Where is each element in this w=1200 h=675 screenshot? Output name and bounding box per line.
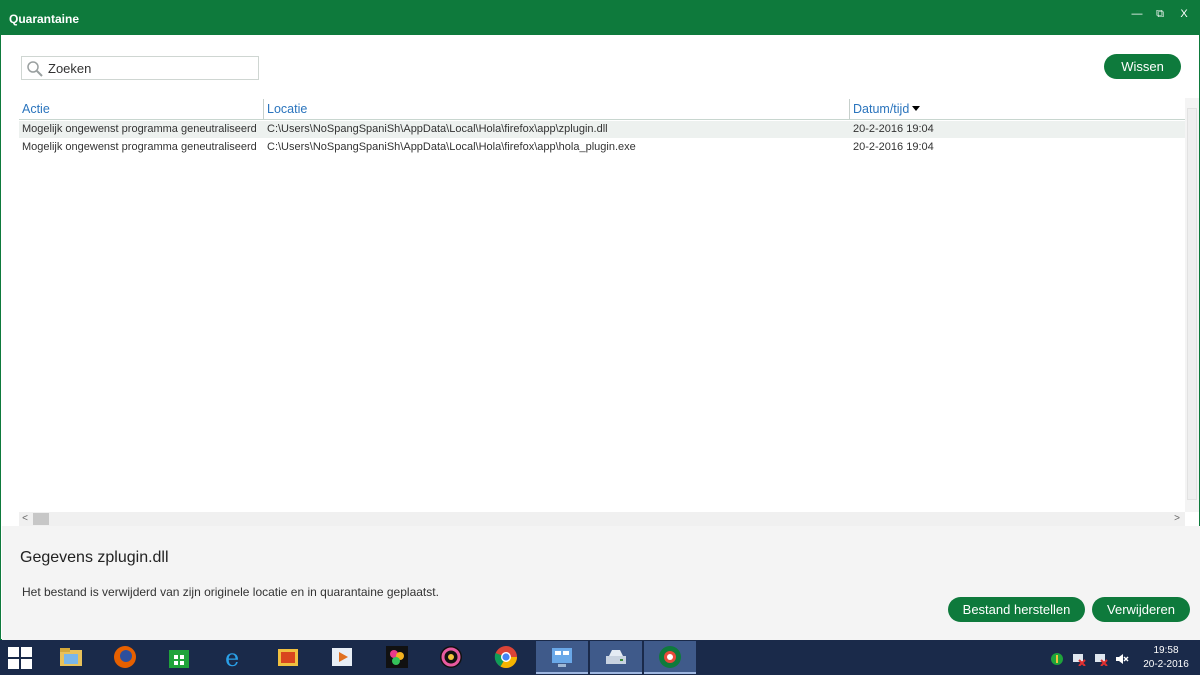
- cell-actie: Mogelijk ongewenst programma geneutralis…: [22, 141, 257, 153]
- taskbar-control-panel[interactable]: [536, 641, 588, 674]
- clock-date: 20-2-2016: [1143, 659, 1189, 670]
- security-status-icon[interactable]: [1050, 652, 1064, 666]
- search-icon: [27, 61, 43, 77]
- taskbar-drive[interactable]: [590, 641, 642, 674]
- scroll-right-icon[interactable]: >: [1171, 512, 1183, 526]
- cell-locatie: C:\Users\NoSpangSpaniSh\AppData\Local\Ho…: [267, 123, 608, 135]
- taskbar-photo-app[interactable]: [371, 641, 423, 674]
- volume-muted-icon[interactable]: [1115, 652, 1129, 666]
- cell-datum: 20-2-2016 19:04: [853, 141, 934, 153]
- taskbar-firefox[interactable]: [99, 641, 151, 674]
- horizontal-scrollbar[interactable]: < >: [19, 512, 1185, 526]
- drive-icon: [606, 650, 626, 664]
- app-icon: [278, 649, 298, 666]
- svg-text:e: e: [225, 644, 239, 670]
- internet-explorer-icon: e: [225, 644, 239, 670]
- color-app-icon: [440, 646, 462, 668]
- clear-button[interactable]: Wissen: [1104, 54, 1181, 79]
- scroll-left-icon[interactable]: <: [19, 512, 31, 526]
- vertical-scrollbar[interactable]: [1185, 98, 1199, 512]
- column-divider[interactable]: [263, 99, 264, 119]
- delete-button[interactable]: Verwijderen: [1092, 597, 1190, 622]
- store-icon: [169, 650, 189, 668]
- close-button[interactable]: X: [1173, 5, 1195, 23]
- search-input[interactable]: [48, 59, 253, 78]
- column-header-datum-label: Datum/tijd: [853, 102, 910, 116]
- taskbar-store[interactable]: [153, 641, 205, 674]
- sort-descending-icon: [912, 106, 921, 111]
- clock-time: 19:58: [1153, 645, 1179, 656]
- taskbar-antivirus[interactable]: [644, 641, 696, 674]
- taskbar-chrome[interactable]: [480, 641, 532, 674]
- table-row[interactable]: Mogelijk ongewenst programma geneutralis…: [19, 139, 1185, 156]
- restore-button[interactable]: ⧉: [1149, 5, 1171, 23]
- window-title: Quarantaine: [9, 12, 80, 26]
- horizontal-scrollbar-thumb[interactable]: [33, 513, 49, 525]
- taskbar-color-app[interactable]: [425, 641, 477, 674]
- cell-datum: 20-2-2016 19:04: [853, 123, 934, 135]
- control-panel-icon: [552, 648, 572, 667]
- cell-locatie: C:\Users\NoSpangSpaniSh\AppData\Local\Ho…: [267, 141, 636, 153]
- title-bar[interactable]: Quarantaine — ⧉ X: [1, 1, 1199, 35]
- column-divider[interactable]: [849, 99, 850, 119]
- photo-app-icon: [386, 646, 408, 668]
- taskbar: e 19:58 20-2-2016: [0, 640, 1200, 675]
- taskbar-internet-explorer[interactable]: e: [208, 641, 260, 674]
- column-header-actie[interactable]: Actie: [22, 102, 50, 116]
- search-box[interactable]: [21, 56, 259, 80]
- media-player-icon: [332, 648, 352, 666]
- taskbar-media-player[interactable]: [316, 641, 368, 674]
- column-header-locatie[interactable]: Locatie: [267, 102, 307, 116]
- restore-file-button[interactable]: Bestand herstellen: [948, 597, 1085, 622]
- column-header-datum[interactable]: Datum/tijd: [853, 102, 921, 116]
- quarantine-window: Quarantaine — ⧉ X Wissen Actie Locatie D…: [0, 0, 1200, 640]
- antivirus-icon: [659, 646, 681, 668]
- taskbar-app[interactable]: [262, 641, 314, 674]
- system-clock[interactable]: 19:58 20-2-2016: [1138, 644, 1194, 672]
- details-panel: Gegevens zplugin.dll Het bestand is verw…: [2, 526, 1200, 640]
- taskbar-file-explorer[interactable]: [45, 641, 97, 674]
- chrome-icon: [494, 646, 517, 668]
- network-error-icon[interactable]: [1072, 652, 1086, 666]
- details-description: Het bestand is verwijderd van zijn origi…: [22, 585, 439, 599]
- table-header: Actie Locatie Datum/tijd: [19, 98, 1185, 120]
- quarantine-table: Actie Locatie Datum/tijd Mogelijk ongewe…: [19, 98, 1186, 526]
- vertical-scrollbar-thumb[interactable]: [1187, 108, 1197, 500]
- table-row[interactable]: Mogelijk ongewenst programma geneutralis…: [19, 121, 1185, 138]
- start-icon[interactable]: [8, 647, 32, 669]
- cell-actie: Mogelijk ongewenst programma geneutralis…: [22, 123, 257, 135]
- flag-error-icon[interactable]: [1094, 652, 1108, 666]
- file-explorer-icon: [60, 648, 82, 666]
- minimize-button[interactable]: —: [1126, 5, 1148, 23]
- firefox-icon: [114, 646, 136, 668]
- details-title: Gegevens zplugin.dll: [20, 549, 169, 566]
